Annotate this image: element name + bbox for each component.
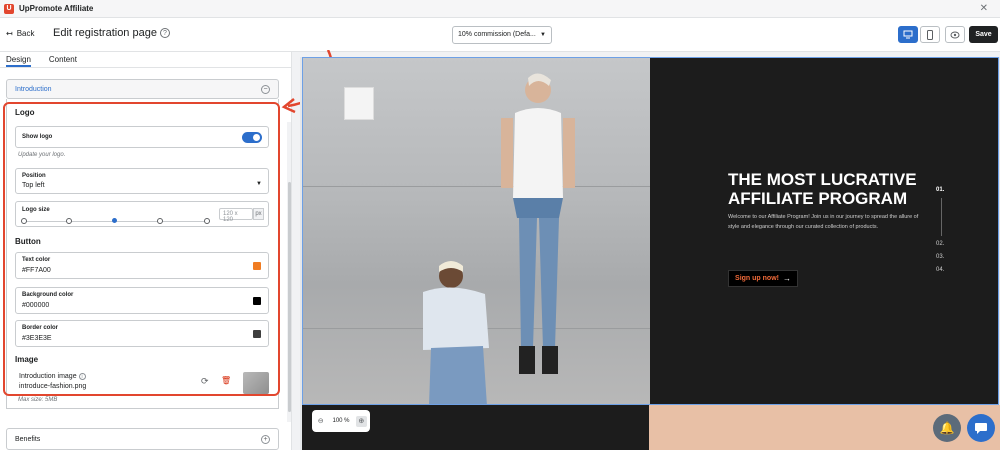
- tab-content[interactable]: Content: [49, 52, 77, 67]
- slide-nav-01[interactable]: 01.: [936, 187, 944, 193]
- expand-icon[interactable]: +: [261, 435, 270, 444]
- sign-up-label: Sign up now!: [735, 275, 779, 282]
- highlight-box: [3, 102, 280, 396]
- app-title: UpPromote Affiliate: [19, 4, 94, 13]
- zoom-control: ⊖ 100 % ⊕: [312, 410, 370, 432]
- wall-seam: [303, 186, 650, 187]
- zoom-level: 100 %: [332, 418, 350, 424]
- slide-nav-02[interactable]: 02.: [936, 241, 944, 247]
- notification-bell-icon[interactable]: 🔔: [933, 414, 961, 442]
- benefits-title: Benefits: [15, 436, 41, 443]
- slide-nav-line: [941, 198, 942, 236]
- sitting-model-figure: [423, 261, 489, 404]
- zoom-out-icon[interactable]: ⊖: [315, 416, 326, 427]
- mobile-view-button[interactable]: [920, 26, 940, 43]
- slide-nav-04[interactable]: 04.: [936, 267, 944, 273]
- brand-logo-placeholder[interactable]: [344, 87, 374, 120]
- preview-button[interactable]: [945, 26, 965, 43]
- app-titlebar: U UpPromote Affiliate ✕: [0, 0, 1000, 18]
- sidebar-tabs: Design Content: [0, 52, 291, 68]
- tab-design[interactable]: Design: [6, 52, 31, 67]
- section-title: Introduction: [15, 86, 52, 93]
- desktop-view-button[interactable]: [898, 26, 918, 43]
- zoom-in-icon[interactable]: ⊕: [355, 415, 367, 427]
- desktop-icon: [903, 30, 913, 39]
- app-logo-icon: U: [4, 3, 14, 14]
- page-title: Edit registration page: [53, 27, 157, 39]
- close-icon[interactable]: ✕: [980, 3, 988, 14]
- mobile-icon: [927, 29, 933, 40]
- commission-select[interactable]: 10% commission (Defa... ▼: [452, 26, 552, 44]
- eye-icon: [950, 31, 960, 38]
- standing-model-figure: [501, 73, 575, 374]
- slide-nav-03[interactable]: 03.: [936, 254, 944, 260]
- chevron-down-icon: ▼: [540, 32, 546, 38]
- sidebar: Design Content Introduction − Logo Show …: [0, 52, 292, 450]
- sign-up-button[interactable]: Sign up now! →: [728, 270, 798, 287]
- registration-page-preview[interactable]: THE MOST LUCRATIVE AFFILIATE PROGRAM Wel…: [302, 57, 999, 405]
- chat-icon[interactable]: [967, 414, 995, 442]
- collapse-icon[interactable]: −: [261, 85, 270, 94]
- back-button[interactable]: ↤ Back: [6, 29, 35, 38]
- top-toolbar: ↤ Back Edit registration page ? 10% comm…: [0, 18, 1000, 52]
- hero-image: [303, 58, 650, 404]
- hero-text-panel: THE MOST LUCRATIVE AFFILIATE PROGRAM Wel…: [650, 58, 998, 404]
- benefits-section-header[interactable]: Benefits +: [6, 428, 279, 450]
- back-label: Back: [16, 29, 35, 38]
- back-arrow-icon: ↤: [6, 29, 13, 38]
- save-button[interactable]: Save: [969, 26, 998, 43]
- commission-select-value: 10% commission (Defa...: [458, 31, 536, 38]
- help-icon[interactable]: ?: [160, 28, 170, 38]
- introduction-section-header[interactable]: Introduction −: [6, 79, 279, 99]
- arrow-right-icon: →: [782, 274, 791, 283]
- scrollbar-thumb[interactable]: [288, 182, 291, 412]
- hero-body: Welcome to our Affiliate Program! Join u…: [728, 214, 919, 230]
- max-size-hint: Max size: 5MB: [18, 397, 58, 403]
- chat-bubble-icon: [975, 422, 987, 434]
- hero-headline: THE MOST LUCRATIVE AFFILIATE PROGRAM: [728, 170, 917, 208]
